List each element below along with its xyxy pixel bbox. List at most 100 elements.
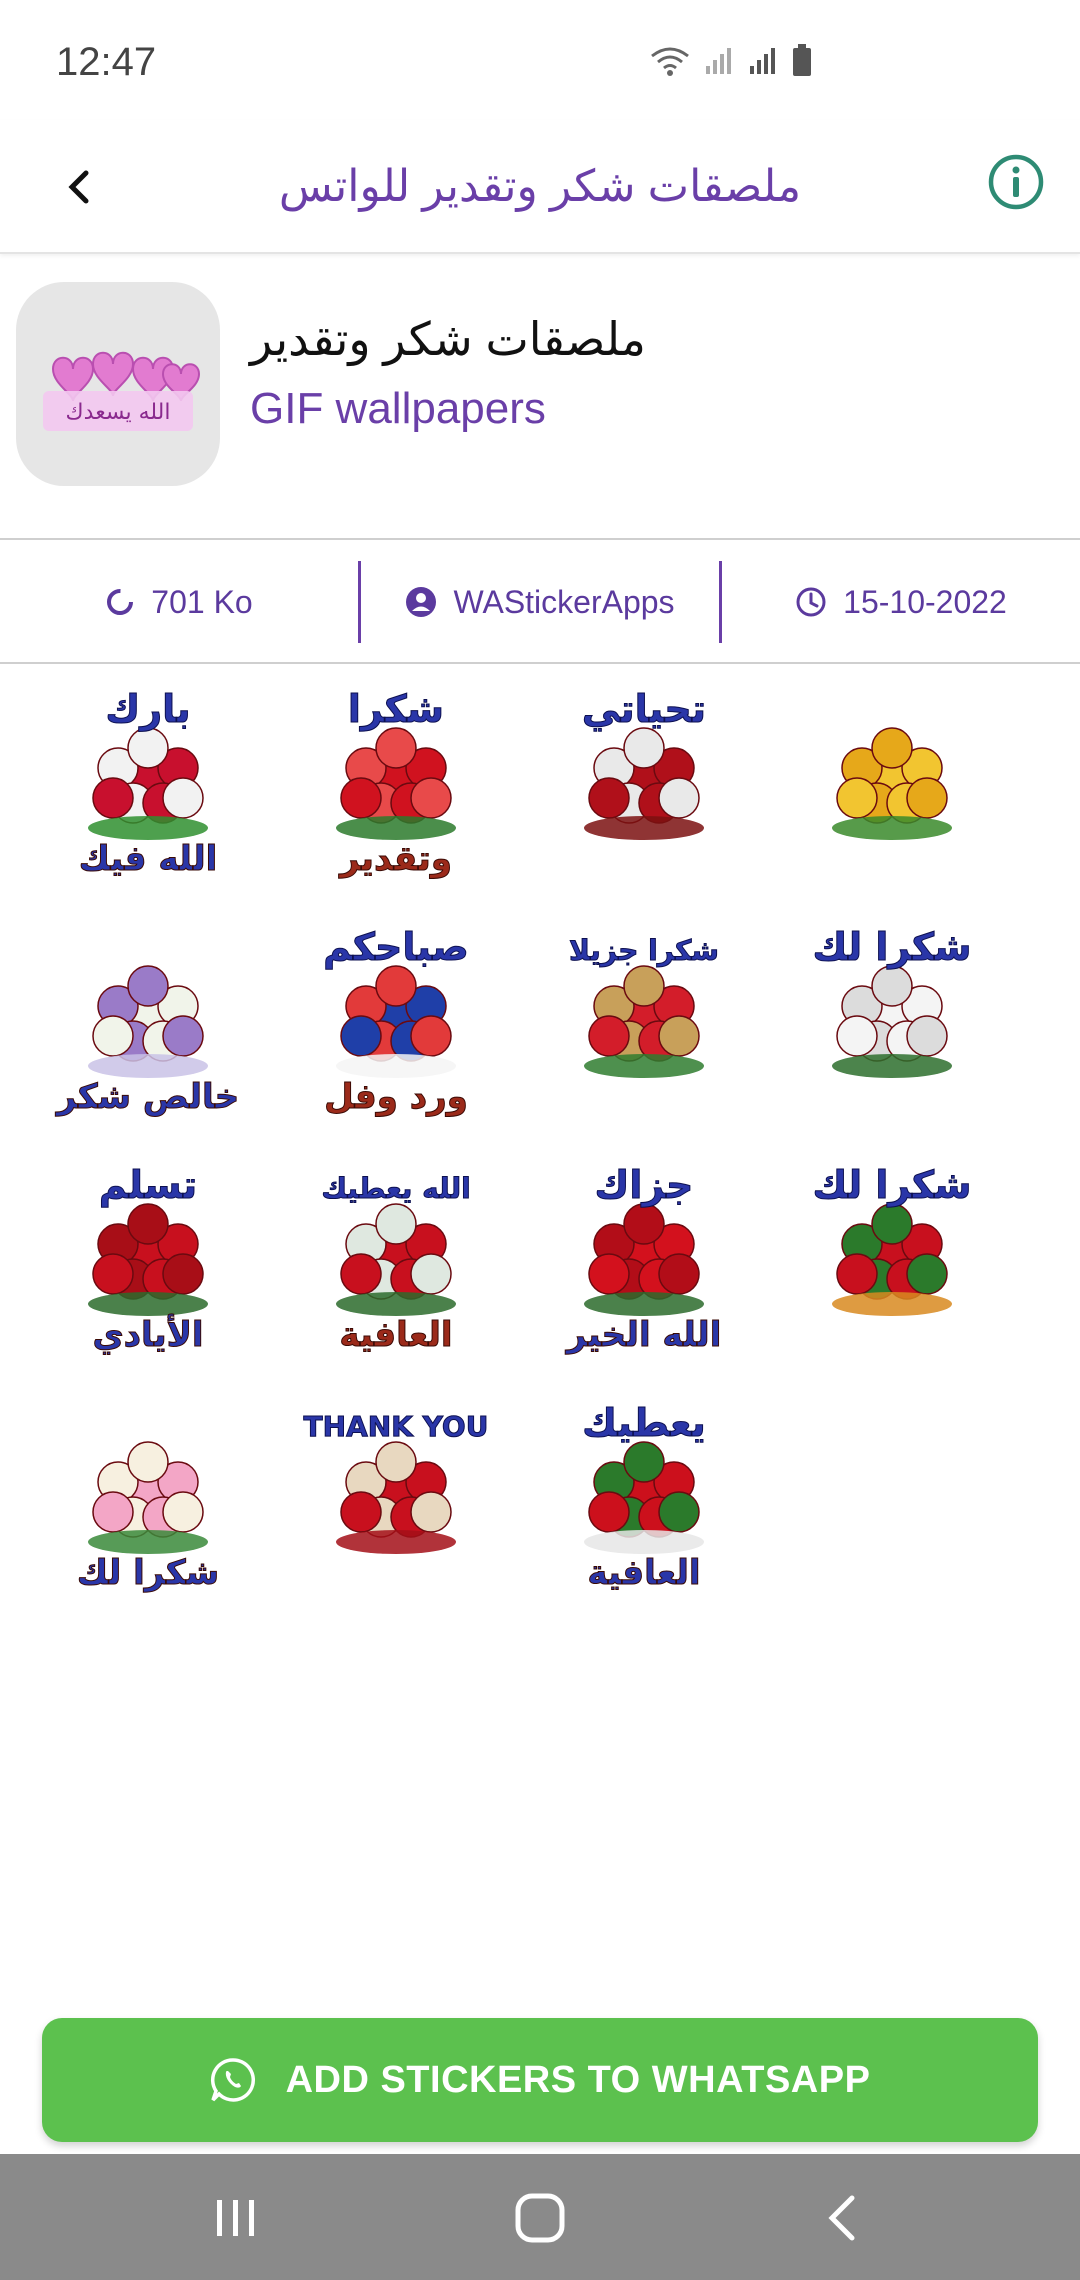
sticker-image (832, 727, 952, 840)
flower-shape (410, 1015, 452, 1057)
leaf-shape (584, 1292, 704, 1316)
sticker-caption: الله الخير (565, 1315, 722, 1355)
leaf-shape (584, 1054, 704, 1078)
recents-button[interactable] (206, 2188, 266, 2248)
flower-shape (871, 727, 913, 769)
info-icon (988, 154, 1044, 210)
sticker-image: جزاك الله الخير (564, 1163, 722, 1356)
wifi-icon (651, 47, 689, 76)
pack-date: 15-10-2022 (843, 583, 1007, 620)
flower-shape (92, 1015, 134, 1057)
pack-header: الله يسعدك ملصقات شكر وتقدير GIF wallpap… (0, 256, 1080, 540)
sticker-caption: بارك (105, 687, 190, 731)
flower-shape (340, 1015, 382, 1057)
sticker-image: يعطيك العافية (582, 1401, 707, 1594)
add-to-whatsapp-button[interactable]: ADD STICKERS TO WHATSAPP (42, 2018, 1038, 2142)
sticker-image: شكرا لك (812, 1163, 972, 1316)
sticker-item[interactable]: تسلم الأيادي (24, 1140, 272, 1378)
status-bar: 12:47 (0, 0, 1080, 120)
recents-icon (217, 2200, 254, 2236)
sticker-item[interactable]: بارك الله فيك (24, 664, 272, 902)
back-nav-button[interactable] (812, 2188, 872, 2248)
flower-shape (127, 727, 169, 769)
flower-shape (906, 777, 948, 819)
flower-shape (340, 1253, 382, 1295)
sticker-item[interactable]: صباحكم ورد وفل (272, 902, 520, 1140)
whatsapp-icon (210, 2058, 255, 2102)
flower-shape (623, 1203, 665, 1245)
sticker-caption: ورد وفل (324, 1077, 468, 1117)
leaf-shape (584, 1530, 704, 1554)
flower-shape (410, 777, 452, 819)
sticker-item[interactable]: الله يعطيك العافية (272, 1140, 520, 1378)
sticker-item[interactable]: شكرا لك (24, 1378, 272, 1616)
leaf-shape (832, 816, 952, 840)
battery-icon (793, 44, 811, 76)
leaf-shape (336, 1530, 456, 1554)
home-button[interactable] (510, 2188, 570, 2248)
flower-shape (623, 727, 665, 769)
sticker-item[interactable]: خالص شكر (24, 902, 272, 1140)
flower-shape (871, 1203, 913, 1245)
flower-shape (906, 1015, 948, 1057)
flower-shape (836, 1253, 878, 1295)
sticker-grid: بارك الله فيك شكرا وتقدير تحياتي خالص شكر صباح… (24, 664, 1056, 1616)
flower-shape (588, 1253, 630, 1295)
leaf-shape (336, 1054, 456, 1078)
flower-shape (92, 1491, 134, 1533)
flower-shape (588, 777, 630, 819)
pack-size: 701 Ko (151, 583, 253, 620)
size-info: 701 Ko (0, 541, 358, 663)
pack-publisher[interactable]: GIF wallpapers (250, 384, 546, 434)
sticker-image: شكرا لك (76, 1441, 220, 1594)
pack-name: ملصقات شكر وتقدير (250, 313, 646, 365)
sticker-item[interactable]: شكرا جزيلا (520, 902, 768, 1140)
sticker-caption: شكرا لك (812, 1163, 971, 1207)
sticker-caption: خالص شكر (55, 1077, 240, 1117)
back-button[interactable] (44, 152, 114, 222)
flower-shape (162, 1253, 204, 1295)
pack-author: WAStickerApps (453, 583, 675, 620)
sticker-item[interactable]: شكرا وتقدير (272, 664, 520, 902)
flower-shape (658, 1015, 700, 1057)
page-title: ملصقات شكر وتقدير للواتس (278, 162, 802, 211)
chevron-left-icon (68, 170, 89, 204)
leaf-shape (88, 1292, 208, 1316)
sticker-caption: العافية (339, 1315, 452, 1355)
sticker-caption: العافية (587, 1553, 700, 1593)
sticker-caption: شكرا جزيلا (569, 934, 719, 967)
flower-shape (658, 1491, 700, 1533)
sticker-image: شكرا وتقدير (336, 687, 456, 880)
app-bar: ملصقات شكر وتقدير للواتس (0, 120, 1080, 254)
sticker-caption: تحياتي (582, 687, 706, 731)
sticker-item[interactable]: شكرا لك (768, 1140, 1016, 1378)
flower-shape (162, 1491, 204, 1533)
sticker-caption: وتقدير (338, 839, 452, 879)
leaf-shape (832, 1054, 952, 1078)
sticker-item[interactable] (768, 664, 1016, 902)
sticker-caption: شكرا لك (77, 1553, 219, 1593)
leaf-shape (336, 816, 456, 840)
flower-shape (588, 1015, 630, 1057)
flower-shape (410, 1253, 452, 1295)
flower-shape (410, 1491, 452, 1533)
flower-shape (623, 965, 665, 1007)
flower-shape (162, 777, 204, 819)
sticker-item[interactable]: جزاك الله الخير (520, 1140, 768, 1378)
flower-shape (375, 727, 417, 769)
info-button[interactable] (986, 152, 1046, 212)
status-time: 12:47 (56, 40, 157, 84)
flower-shape (92, 777, 134, 819)
sticker-image: صباحكم ورد وفل (323, 925, 470, 1118)
date-info: 15-10-2022 (722, 541, 1080, 663)
sticker-item[interactable]: شكرا لك (768, 902, 1016, 1140)
back-icon (828, 2195, 855, 2241)
sticker-image: تحياتي (581, 687, 707, 840)
flower-shape (127, 965, 169, 1007)
sticker-item[interactable]: تحياتي (520, 664, 768, 902)
sticker-item[interactable]: يعطيك العافية (520, 1378, 768, 1616)
sticker-caption: شكرا لك (812, 925, 971, 969)
sticker-image: تسلم الأيادي (88, 1163, 208, 1356)
user-icon (406, 587, 437, 617)
sticker-item[interactable]: THANK YOU (272, 1378, 520, 1616)
